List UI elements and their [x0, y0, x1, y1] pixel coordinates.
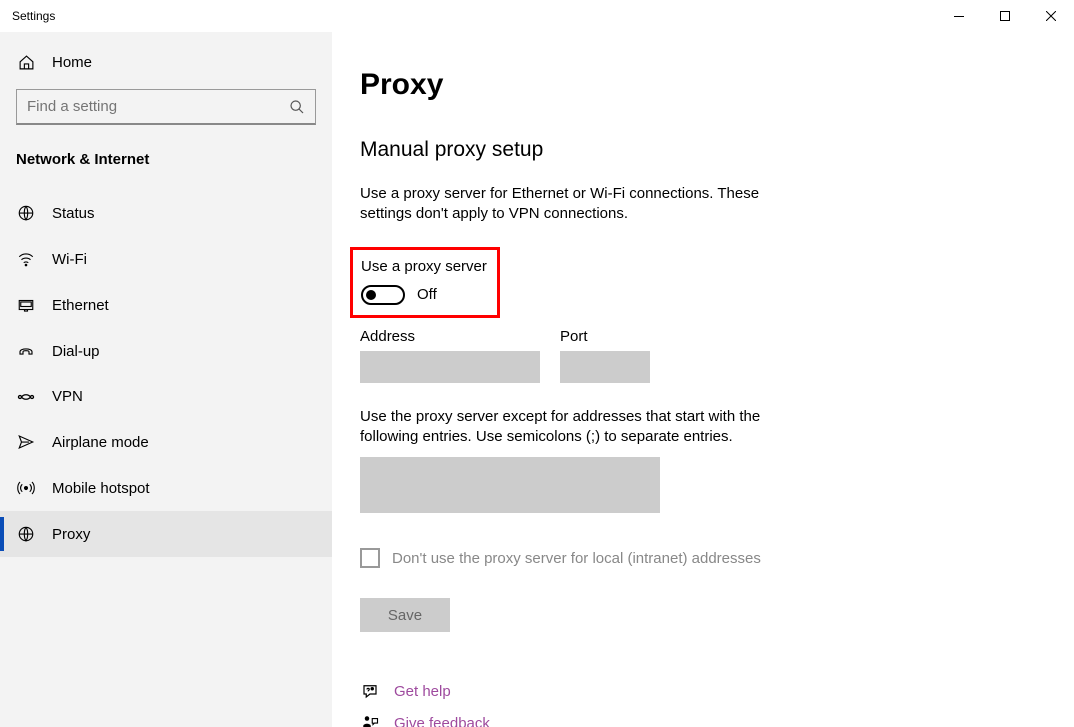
toggle-title: Use a proxy server: [361, 258, 487, 275]
port-label: Port: [560, 328, 650, 345]
home-label: Home: [52, 54, 92, 71]
sidebar-item-proxy[interactable]: Proxy: [0, 511, 332, 557]
proxy-icon: [16, 525, 36, 543]
feedback-row: Give feedback: [360, 714, 1074, 727]
chat-icon: [360, 682, 380, 700]
minimize-button[interactable]: [936, 0, 982, 32]
sidebar-item-label: VPN: [52, 388, 83, 405]
address-label: Address: [360, 328, 540, 345]
home-icon: [16, 54, 36, 71]
save-button[interactable]: Save: [360, 598, 450, 632]
local-bypass-label: Don't use the proxy server for local (in…: [392, 550, 761, 567]
titlebar: Settings: [0, 0, 1074, 32]
toggle-row: Off: [361, 285, 487, 305]
port-input[interactable]: [560, 351, 650, 383]
proxy-toggle[interactable]: [361, 285, 405, 305]
feedback-link[interactable]: Give feedback: [394, 715, 490, 727]
sidebar-item-dialup[interactable]: Dial-up: [0, 328, 332, 374]
search-icon: [289, 99, 305, 115]
window-title: Settings: [12, 9, 936, 23]
page-title: Proxy: [360, 68, 1074, 102]
sidebar-item-hotspot[interactable]: Mobile hotspot: [0, 465, 332, 511]
local-bypass-row: Don't use the proxy server for local (in…: [360, 548, 1074, 568]
sidebar-item-label: Proxy: [52, 526, 90, 543]
sidebar-item-status[interactable]: Status: [0, 190, 332, 236]
sidebar-item-label: Ethernet: [52, 297, 109, 314]
address-input[interactable]: [360, 351, 540, 383]
exceptions-input[interactable]: [360, 457, 660, 513]
ethernet-icon: [16, 296, 36, 314]
toggle-state-label: Off: [417, 286, 437, 303]
window-controls: [936, 0, 1074, 32]
dialup-icon: [16, 342, 36, 360]
vpn-icon: [16, 390, 36, 404]
address-port-row: Address Port: [360, 328, 1074, 383]
sidebar-item-label: Dial-up: [52, 343, 100, 360]
sidebar-item-label: Mobile hotspot: [52, 480, 150, 497]
port-group: Port: [560, 328, 650, 383]
close-button[interactable]: [1028, 0, 1074, 32]
exceptions-description: Use the proxy server except for addresse…: [360, 407, 820, 448]
highlighted-toggle-area: Use a proxy server Off: [350, 247, 500, 318]
home-nav[interactable]: Home: [16, 44, 316, 89]
hotspot-icon: [16, 479, 36, 497]
sidebar: Home Network & Internet Status Wi-Fi: [0, 32, 332, 727]
content-pane: Proxy Manual proxy setup Use a proxy ser…: [332, 32, 1074, 727]
section-description: Use a proxy server for Ethernet or Wi-Fi…: [360, 184, 810, 225]
wifi-icon: [16, 250, 36, 268]
airplane-icon: [16, 433, 36, 451]
sidebar-item-label: Airplane mode: [52, 434, 149, 451]
search-box[interactable]: [16, 89, 316, 125]
get-help-link[interactable]: Get help: [394, 683, 451, 700]
sidebar-item-label: Status: [52, 205, 95, 222]
address-group: Address: [360, 328, 540, 383]
local-bypass-checkbox[interactable]: [360, 548, 380, 568]
toggle-knob: [366, 290, 376, 300]
search-input[interactable]: [27, 98, 289, 115]
get-help-row: Get help: [360, 682, 1074, 700]
category-title: Network & Internet: [0, 151, 332, 168]
sidebar-item-ethernet[interactable]: Ethernet: [0, 282, 332, 328]
sidebar-item-label: Wi-Fi: [52, 251, 87, 268]
sidebar-item-airplane[interactable]: Airplane mode: [0, 419, 332, 465]
status-icon: [16, 204, 36, 222]
section-title: Manual proxy setup: [360, 138, 1074, 162]
feedback-icon: [360, 714, 380, 727]
sidebar-item-vpn[interactable]: VPN: [0, 374, 332, 419]
sidebar-item-wifi[interactable]: Wi-Fi: [0, 236, 332, 282]
maximize-button[interactable]: [982, 0, 1028, 32]
